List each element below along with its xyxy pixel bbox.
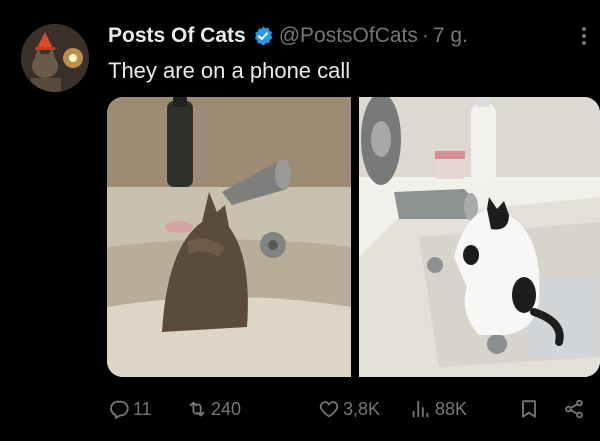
tweet-text: They are on a phone call bbox=[108, 58, 351, 83]
bookmark-button[interactable] bbox=[518, 394, 543, 424]
tweet-header: Posts Of Cats @PostsOfCats · 7 g. bbox=[108, 22, 568, 50]
author-handle[interactable]: @PostsOfCats bbox=[279, 24, 418, 48]
action-bar: 11 240 3,8K 88K bbox=[108, 394, 600, 424]
views-icon bbox=[412, 400, 429, 418]
more-icon[interactable] bbox=[573, 24, 595, 48]
repost-button[interactable]: 240 bbox=[186, 394, 241, 424]
author-name[interactable]: Posts Of Cats bbox=[108, 24, 246, 48]
share-button[interactable] bbox=[563, 394, 588, 424]
tweet-time[interactable]: 7 g. bbox=[433, 24, 468, 48]
avatar[interactable] bbox=[21, 24, 89, 92]
like-count: 3,8K bbox=[343, 398, 381, 419]
repost-count: 240 bbox=[211, 398, 242, 419]
photo-2[interactable] bbox=[359, 97, 600, 377]
reply-count: 11 bbox=[133, 398, 152, 419]
like-button[interactable]: 3,8K bbox=[318, 394, 380, 424]
verified-badge-icon bbox=[254, 26, 273, 46]
bookmark-icon bbox=[522, 400, 536, 418]
views-button[interactable]: 88K bbox=[410, 394, 467, 424]
photo-1[interactable] bbox=[107, 97, 351, 377]
repost-icon bbox=[189, 401, 205, 417]
reply-button[interactable]: 11 bbox=[108, 394, 152, 424]
separator-dot: · bbox=[421, 24, 429, 47]
views-count: 88K bbox=[435, 398, 468, 419]
tweet[interactable]: Posts Of Cats @PostsOfCats · 7 g. They a… bbox=[0, 0, 600, 441]
share-icon bbox=[565, 399, 583, 419]
like-icon bbox=[319, 401, 339, 418]
media-grid bbox=[107, 97, 600, 377]
reply-icon bbox=[110, 400, 129, 420]
